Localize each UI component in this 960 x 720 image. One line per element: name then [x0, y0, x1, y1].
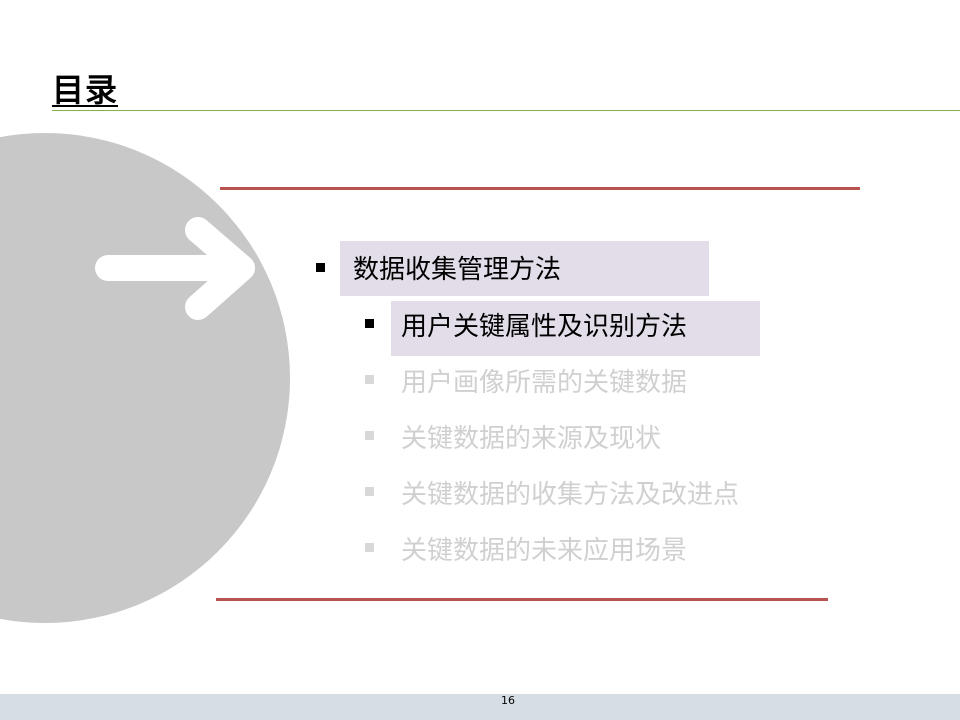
square-bullet-icon [365, 487, 374, 496]
title-divider [52, 110, 960, 111]
square-bullet-icon [365, 543, 374, 552]
agenda-item[interactable]: 关键数据的来源及现状 [401, 426, 661, 452]
gray-circle [0, 133, 290, 623]
agenda-item-current[interactable]: 用户关键属性及识别方法 [401, 314, 687, 340]
square-bullet-icon [365, 319, 374, 328]
section-top-rule [220, 187, 860, 190]
square-bullet-icon [365, 431, 374, 440]
square-bullet-icon [316, 263, 325, 272]
square-bullet-icon [365, 375, 374, 384]
agenda-level1-item[interactable]: 数据收集管理方法 [353, 257, 561, 283]
decorative-circle [0, 133, 290, 623]
agenda-item[interactable]: 关键数据的未来应用场景 [401, 538, 687, 564]
agenda-item[interactable]: 用户画像所需的关键数据 [401, 370, 687, 396]
agenda-item[interactable]: 关键数据的收集方法及改进点 [401, 482, 739, 508]
section-bottom-rule [216, 598, 828, 601]
page-number: 16 [501, 694, 515, 707]
slide-title: 目录 [52, 71, 119, 109]
